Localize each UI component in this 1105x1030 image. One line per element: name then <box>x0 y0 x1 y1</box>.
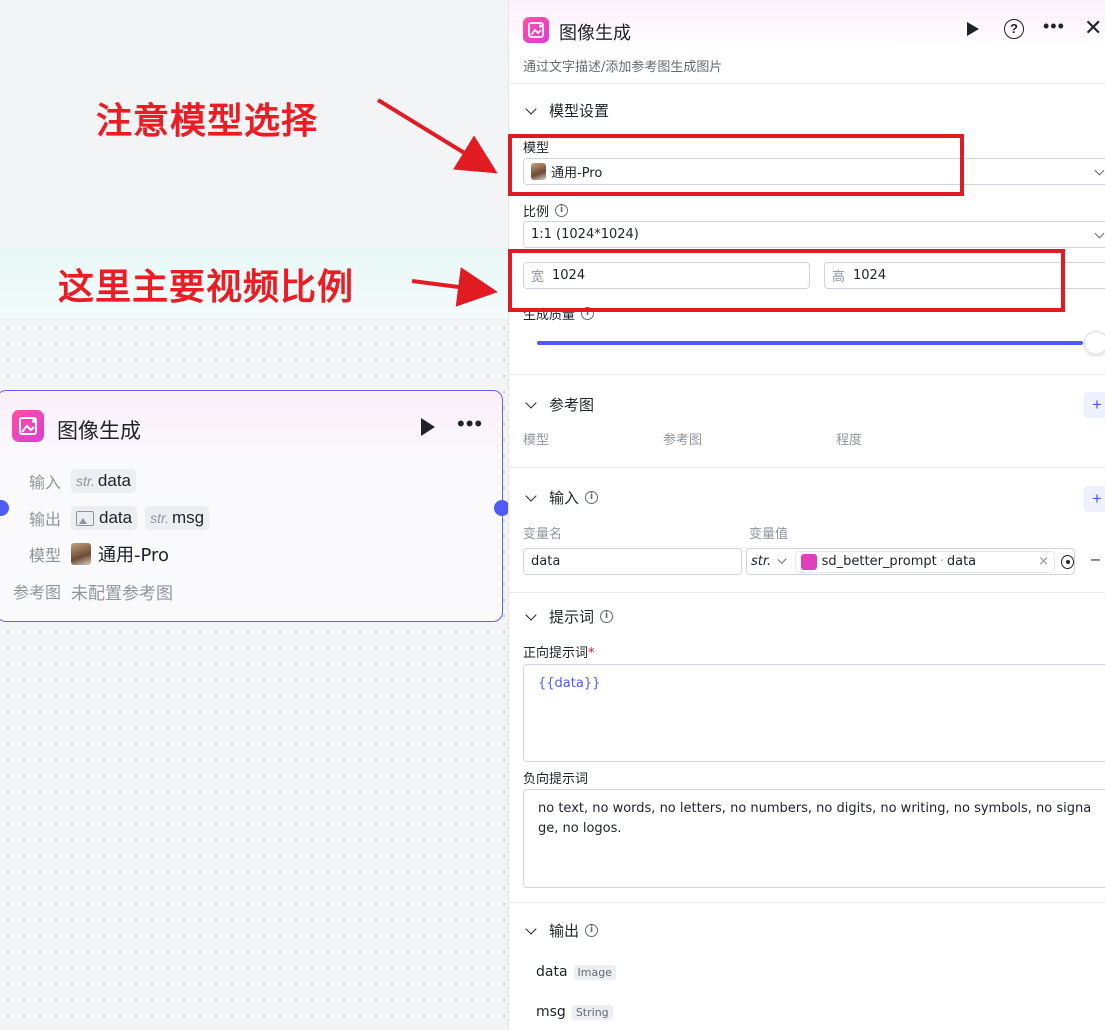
output-item: msg String <box>536 1004 613 1020</box>
panel-title: 图像生成 <box>559 23 631 44</box>
node-ref-label: 参考图 <box>12 583 61 602</box>
output-type-badge: Image <box>573 964 616 980</box>
annotation-box-model <box>508 134 964 196</box>
negative-prompt-label: 负向提示词 <box>523 772 589 787</box>
output-chip-string: str. msg <box>145 506 210 530</box>
close-icon[interactable]: ✕ <box>1084 15 1102 41</box>
annotation-model-note: 注意模型选择 <box>96 101 319 142</box>
ratio-label-row: 比例 i <box>523 201 569 220</box>
output-name: data <box>536 964 568 980</box>
variable-value-field[interactable]: str. sd_better_prompt · data × <box>746 548 1075 575</box>
variable-type-select[interactable]: str. <box>751 554 771 569</box>
info-icon[interactable]: i <box>585 924 599 937</box>
section-reference[interactable]: 参考图 <box>523 394 594 415</box>
section-title: 输出 <box>549 922 580 940</box>
output-chip-value-1: data <box>99 508 133 527</box>
node-output-label: 输出 <box>28 510 61 529</box>
node-reference-icon <box>800 553 817 570</box>
node-model-row: 模型 通用-Pro <box>0 540 169 568</box>
output-name: msg <box>536 1004 566 1020</box>
section-title: 参考图 <box>549 396 595 414</box>
output-chip-value-2: msg <box>172 508 205 527</box>
target-icon[interactable] <box>1061 554 1074 569</box>
node-title: 图像生成 <box>57 419 141 443</box>
image-gen-icon <box>523 17 549 43</box>
variable-name-input[interactable]: data <box>523 548 742 575</box>
node-output-row: 输出 data str. msg <box>0 504 217 532</box>
node-input-row: 输入 str. data <box>0 467 144 495</box>
divider <box>509 374 1105 375</box>
run-icon[interactable] <box>421 418 435 436</box>
add-reference-button[interactable]: + <box>1084 392 1105 418</box>
info-icon[interactable]: i <box>585 491 599 504</box>
quality-slider-handle[interactable] <box>1084 331 1105 355</box>
negative-prompt-textarea[interactable]: no text, no words, no letters, no number… <box>523 789 1105 888</box>
annotation-box-ratio <box>508 249 1065 312</box>
clear-icon[interactable]: × <box>1038 554 1049 569</box>
section-title: 提示词 <box>549 608 595 626</box>
variable-name-value: data <box>531 554 561 569</box>
node-input-label: 输入 <box>28 473 61 492</box>
divider <box>509 902 1105 903</box>
image-gen-icon <box>12 410 44 442</box>
positive-prompt-label: 正向提示词 <box>523 646 589 661</box>
string-type-icon: str. <box>150 510 170 526</box>
chevron-down-icon <box>525 102 537 115</box>
ratio-label: 比例 <box>523 205 550 220</box>
add-input-button[interactable]: + <box>1084 486 1105 512</box>
positive-prompt-textarea[interactable]: {{data}} <box>523 664 1105 762</box>
section-title: 模型设置 <box>549 102 610 120</box>
output-chip-image: data <box>71 506 138 530</box>
ratio-select-value: 1:1 (1024*1024) <box>531 227 639 242</box>
section-output[interactable]: 输出 i <box>523 920 599 941</box>
ratio-select[interactable]: 1:1 (1024*1024) <box>523 221 1105 248</box>
remove-variable-button[interactable]: – <box>1091 551 1100 569</box>
chevron-down-icon <box>525 489 537 502</box>
ref-col-degree: 程度 <box>836 433 863 448</box>
required-mark: * <box>588 646 595 661</box>
info-icon[interactable]: i <box>555 204 569 217</box>
chevron-down-icon <box>1094 165 1105 176</box>
input-col-name: 变量名 <box>523 527 563 542</box>
node-model-value: 通用-Pro <box>98 545 170 566</box>
node-model-label: 模型 <box>28 546 61 565</box>
input-chip-value: data <box>97 471 132 490</box>
chevron-down-icon[interactable] <box>777 554 788 565</box>
section-title: 输入 <box>549 489 580 507</box>
string-type-icon: str. <box>76 473 95 489</box>
section-prompt[interactable]: 提示词 i <box>523 606 614 627</box>
input-col-value: 变量值 <box>749 527 789 542</box>
output-item: data Image <box>536 964 616 980</box>
section-model-settings[interactable]: 模型设置 <box>523 100 609 121</box>
image-type-icon <box>76 510 94 526</box>
ref-col-image: 参考图 <box>663 433 703 448</box>
ref-separator: · <box>939 554 944 569</box>
quality-slider-track[interactable] <box>537 341 1083 345</box>
positive-prompt-label-row: 正向提示词* <box>523 642 595 661</box>
chevron-down-icon <box>1094 228 1105 239</box>
image-generation-node[interactable]: 图像生成 ••• 输入 str. data 输出 data str. msg 模型 … <box>0 390 503 622</box>
ref-source: sd_better_prompt <box>821 554 937 569</box>
ref-variable: data <box>946 554 977 569</box>
info-icon[interactable]: i <box>600 610 614 623</box>
more-icon[interactable]: ••• <box>457 411 483 437</box>
node-ref-value: 未配置参考图 <box>71 583 173 604</box>
ref-col-model: 模型 <box>523 433 550 448</box>
section-input[interactable]: 输入 i <box>523 487 599 508</box>
model-avatar <box>71 543 91 565</box>
divider <box>509 592 1105 593</box>
output-type-badge: String <box>571 1004 613 1020</box>
chevron-down-icon <box>525 608 537 621</box>
run-icon[interactable] <box>967 22 979 36</box>
chevron-down-icon <box>525 396 537 409</box>
help-icon[interactable]: ? <box>1004 19 1024 39</box>
chevron-down-icon <box>525 922 537 935</box>
node-ref-row: 参考图 未配置参考图 <box>0 577 173 605</box>
more-icon[interactable]: ••• <box>1043 16 1065 37</box>
divider <box>509 467 1105 468</box>
input-chip: str. data <box>71 469 137 493</box>
panel-subtitle: 通过文字描述/添加参考图生成图片 <box>523 60 723 75</box>
annotation-ratio-note: 这里主要视频比例 <box>58 267 355 308</box>
variable-reference-chip[interactable]: sd_better_prompt · data × <box>794 550 1056 573</box>
